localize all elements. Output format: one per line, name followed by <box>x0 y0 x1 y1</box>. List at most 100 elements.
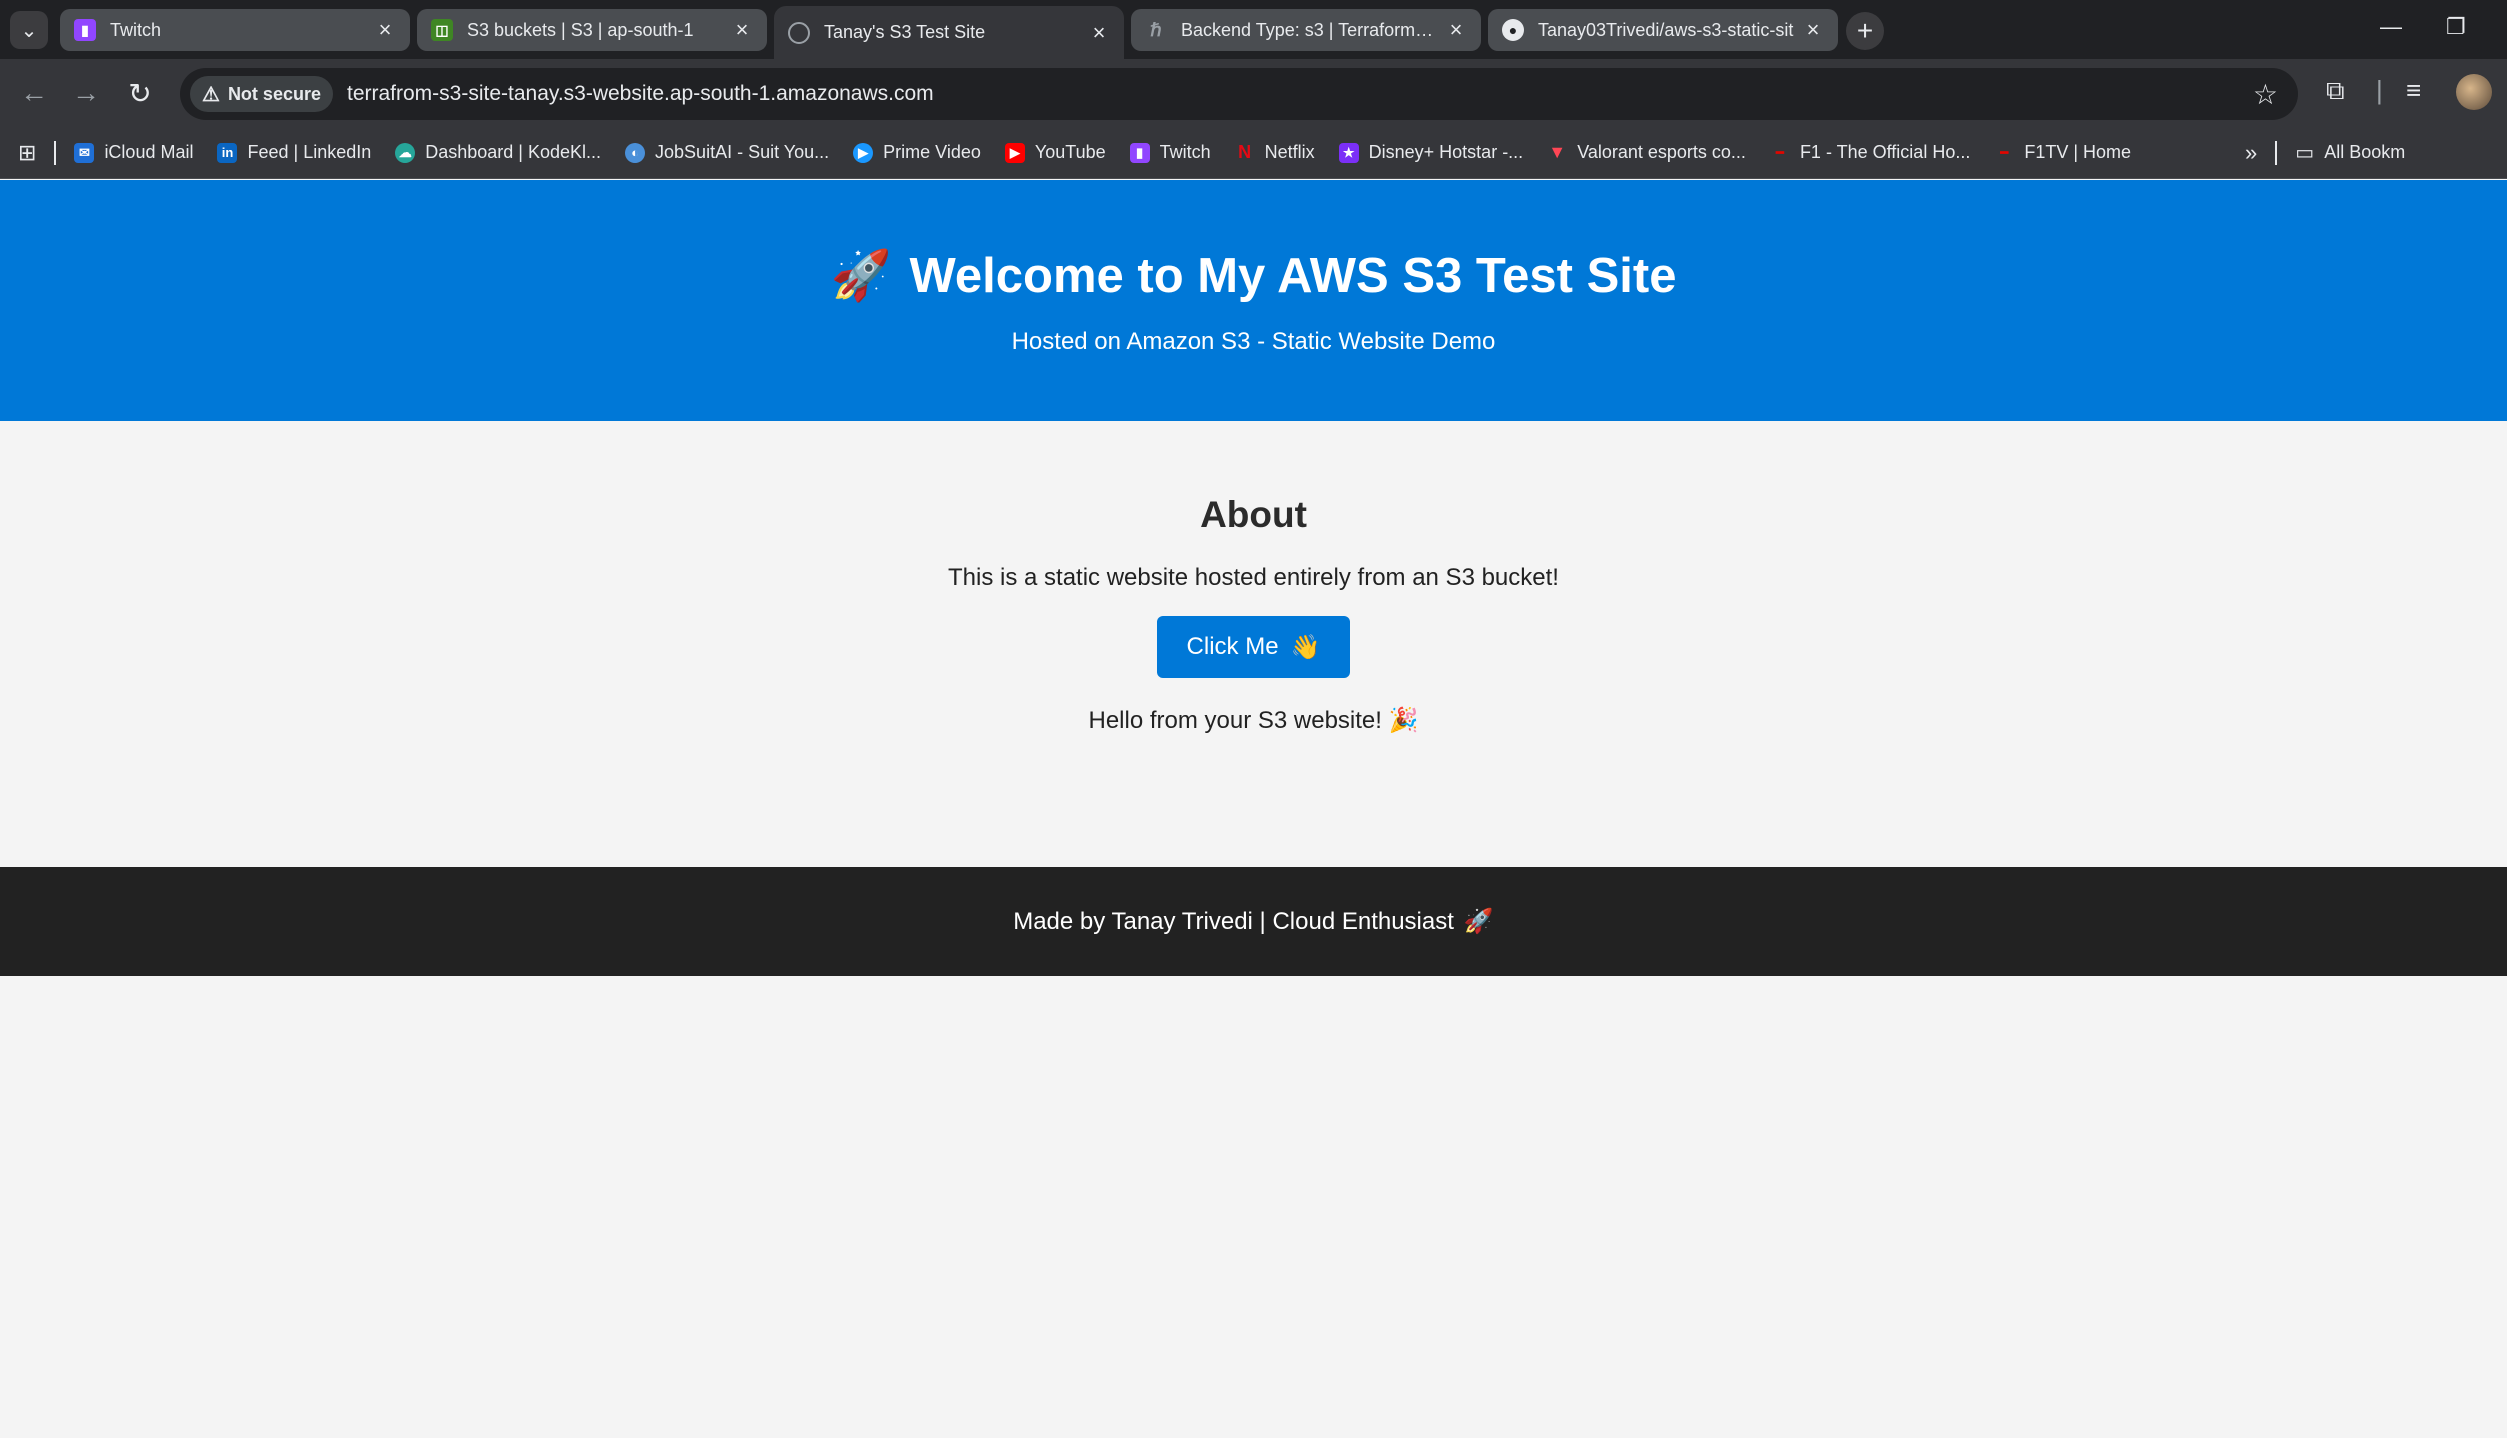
close-icon[interactable]: × <box>731 17 753 43</box>
rocket-icon: 🚀 <box>830 249 892 303</box>
close-icon[interactable]: × <box>1088 20 1110 46</box>
bookmark-label: Disney+ Hotstar -... <box>1368 142 1524 162</box>
bookmark-prime-video[interactable]: ▶ Prime Video <box>853 142 981 163</box>
apps-grid-icon[interactable]: ⊞ <box>18 140 36 166</box>
security-chip[interactable]: ⚠ Not secure <box>190 76 333 112</box>
bookmark-netflix[interactable]: N Netflix <box>1235 142 1315 163</box>
bookmark-label: Valorant esports co... <box>1577 142 1746 162</box>
tab-title: Backend Type: s3 | Terraform | H <box>1181 19 1437 40</box>
about-description: This is a static website hosted entirely… <box>948 564 1559 591</box>
bookmark-label: All Bookm <box>2324 142 2406 162</box>
bookmark-star-icon[interactable]: ☆ <box>2253 78 2278 111</box>
prime-video-icon: ▶ <box>853 142 874 163</box>
hello-message-text: Hello from your S3 website! <box>1088 707 1382 734</box>
github-icon: ● <box>1502 19 1524 41</box>
twitch-icon: ▮ <box>74 19 96 41</box>
address-bar[interactable]: ⚠ Not secure terrafrom-s3-site-tanay.s3-… <box>180 68 2298 120</box>
bookmark-label: JobSuitAI - Suit You... <box>655 142 830 162</box>
reload-icon[interactable]: ↻ <box>124 77 156 110</box>
footer-text: Made by Tanay Trivedi | Cloud Enthusiast <box>1013 907 1454 935</box>
hashicorp-icon: ℏ <box>1150 19 1162 40</box>
back-arrow-icon[interactable]: ← <box>18 77 50 109</box>
tab-github-repo[interactable]: ● Tanay03Trivedi/aws-s3-static-sit × <box>1488 9 1838 51</box>
tab-title: Tanay's S3 Test Site <box>824 22 986 42</box>
bookmark-label: F1 - The Official Ho... <box>1799 142 1971 162</box>
waving-hand-icon: 👋 <box>1290 633 1321 661</box>
extensions-icon[interactable]: ⧉ <box>2326 75 2345 107</box>
hotstar-icon: ★ <box>1338 142 1359 163</box>
jobsuit-icon: ◐ <box>625 142 646 163</box>
click-me-label: Click Me <box>1186 633 1279 660</box>
tab-twitch[interactable]: ▮ Twitch × <box>60 9 410 51</box>
close-icon[interactable]: × <box>374 17 396 43</box>
bookmark-label: iCloud Mail <box>104 142 194 162</box>
bookmarks-divider <box>54 140 57 165</box>
warning-icon: ⚠ <box>202 83 220 106</box>
folder-icon: ▭ <box>2295 142 2315 164</box>
valorant-icon: ▼ <box>1548 142 1567 162</box>
profile-avatar[interactable] <box>2456 74 2492 110</box>
globe-icon <box>788 21 810 44</box>
bookmark-twitch[interactable]: ▮ Twitch <box>1129 142 1211 163</box>
bookmark-label: Prime Video <box>883 142 981 162</box>
bookmark-f1[interactable]: ━ F1 - The Official Ho... <box>1770 142 1970 163</box>
more-bookmarks-icon[interactable]: » <box>2245 140 2257 166</box>
bookmark-linkedin[interactable]: in Feed | LinkedIn <box>217 142 371 163</box>
bookmarks-bar: ⊞ ✉ iCloud Mail in Feed | LinkedIn ☁ Das… <box>0 127 2507 179</box>
minimize-icon[interactable]: — <box>2380 14 2402 40</box>
tab-s3-buckets[interactable]: ◫ S3 buckets | S3 | ap-south-1 × <box>417 9 767 51</box>
url-text[interactable]: terrafrom-s3-site-tanay.s3-website.ap-so… <box>347 82 934 106</box>
f1-icon: ━ <box>1776 144 1784 160</box>
site-footer: Made by Tanay Trivedi | Cloud Enthusiast… <box>0 867 2507 976</box>
site-subtitle: Hosted on Amazon S3 - Static Website Dem… <box>1011 328 1496 355</box>
linkedin-icon: in <box>217 142 238 163</box>
media-control-icon[interactable]: ≡ <box>2406 75 2421 106</box>
s3-icon: ◫ <box>431 19 453 41</box>
bookmark-hotstar[interactable]: ★ Disney+ Hotstar -... <box>1338 142 1524 163</box>
tab-terraform-docs[interactable]: ℏ Backend Type: s3 | Terraform | H × <box>1131 9 1481 51</box>
bookmark-label: Dashboard | KodeKl... <box>425 142 602 162</box>
hello-message: Hello from your S3 website! 🎉 <box>0 706 2507 735</box>
bookmark-label: YouTube <box>1034 142 1106 162</box>
bookmark-label: Netflix <box>1264 142 1315 162</box>
mail-icon: ✉ <box>74 142 95 163</box>
bookmark-label: Feed | LinkedIn <box>247 142 372 162</box>
click-me-button[interactable]: Click Me 👋 <box>1156 616 1351 678</box>
f1tv-icon: ━ <box>2000 144 2009 160</box>
tab-title: S3 buckets | S3 | ap-south-1 <box>467 19 694 40</box>
site-title: 🚀 Welcome to My AWS S3 Test Site <box>0 247 2507 304</box>
close-icon[interactable]: × <box>1445 17 1467 43</box>
bookmark-jobsuitai[interactable]: ◐ JobSuitAI - Suit You... <box>625 142 829 163</box>
browser-toolbar: ← → ↻ ⚠ Not secure terrafrom-s3-site-tan… <box>0 59 2507 127</box>
about-heading: About <box>1200 494 1307 535</box>
tab-strip: ⌄ ▮ Twitch × ◫ S3 buckets | S3 | ap-sout… <box>0 0 2507 59</box>
close-icon[interactable]: × <box>1802 17 1824 43</box>
restore-icon[interactable]: ❐ <box>2446 14 2466 40</box>
about-section: About This is a static website hosted en… <box>0 421 2507 867</box>
new-tab-button[interactable]: + <box>1846 12 1884 50</box>
bookmark-f1tv[interactable]: ━ F1TV | Home <box>1994 142 2131 163</box>
bookmark-label: Twitch <box>1159 142 1211 162</box>
rocket-icon: 🚀 <box>1463 908 1494 935</box>
site-header: 🚀 Welcome to My AWS S3 Test Site Hosted … <box>0 180 2507 421</box>
bookmark-valorant[interactable]: ▼ Valorant esports co... <box>1547 142 1746 163</box>
tab-title: Twitch <box>110 19 162 40</box>
tab-search-chevron-icon[interactable]: ⌄ <box>10 11 48 49</box>
bookmark-youtube[interactable]: ▶ YouTube <box>1004 142 1106 163</box>
youtube-icon: ▶ <box>1004 142 1025 163</box>
security-label: Not secure <box>227 83 321 104</box>
kodekloud-icon: ☁ <box>395 142 416 163</box>
bookmark-icloud-mail[interactable]: ✉ iCloud Mail <box>74 142 193 163</box>
toolbar-divider: | <box>2376 75 2383 105</box>
bookmarks-divider <box>2275 140 2278 165</box>
twitch-icon: ▮ <box>1129 142 1150 163</box>
bookmark-kodekloud[interactable]: ☁ Dashboard | KodeKl... <box>395 142 601 163</box>
party-popper-icon: 🎉 <box>1388 707 1419 734</box>
forward-arrow-icon[interactable]: → <box>70 77 102 109</box>
tab-title: Tanay03Trivedi/aws-s3-static-sit <box>1538 19 1794 40</box>
tab-s3-test-site[interactable]: Tanay's S3 Test Site × <box>774 6 1124 59</box>
page-blank-area <box>0 976 2507 1438</box>
all-bookmarks-folder[interactable]: ▭ All Bookm <box>2295 140 2405 165</box>
netflix-icon: N <box>1238 142 1252 162</box>
site-title-text: Welcome to My AWS S3 Test Site <box>909 248 1677 303</box>
